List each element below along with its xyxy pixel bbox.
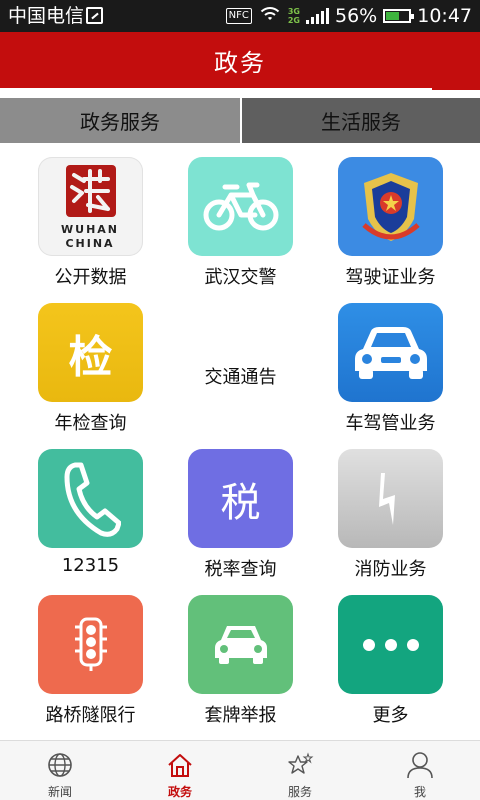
nav-item-news[interactable]: 新闻 xyxy=(0,741,120,800)
grid-item-label: 年检查询 xyxy=(54,413,127,434)
grid-item-label: 交通通告 xyxy=(204,367,277,388)
tab-gov-services[interactable]: 政务服务 xyxy=(0,98,240,143)
home-icon xyxy=(166,751,194,779)
nav-label: 新闻 xyxy=(47,785,72,799)
user-icon xyxy=(406,751,434,779)
grid-item-vehicle-management[interactable]: 车驾管业务 xyxy=(308,289,468,435)
carrier-name: 中国电信 xyxy=(8,5,85,27)
grid-item-label: 公开数据 xyxy=(54,267,127,288)
grid-item-label: 驾驶证业务 xyxy=(345,267,436,288)
service-tabs: 政务服务 生活服务 xyxy=(0,98,480,143)
nav-item-government[interactable]: 政务 xyxy=(120,741,240,800)
car-icon xyxy=(338,303,443,402)
nfc-icon: NFC xyxy=(225,8,252,24)
grid-item-label: 套牌举报 xyxy=(204,705,277,726)
grid-item-annual-inspection[interactable]: 检 年检查询 xyxy=(8,289,168,435)
nav-item-services[interactable]: 服务 xyxy=(240,741,360,800)
battery-percent: 56% xyxy=(335,5,378,27)
traffic-light-icon xyxy=(38,595,143,694)
grid-item-more[interactable]: 更多 xyxy=(308,581,468,727)
tab-life-services[interactable]: 生活服务 xyxy=(242,98,480,143)
header-divider xyxy=(0,88,480,98)
network-3g: 3G xyxy=(287,7,300,16)
stars-icon xyxy=(286,751,314,779)
bicycle-icon xyxy=(188,157,293,256)
svg-text:CHINA: CHINA xyxy=(65,237,114,250)
grid-item-12315[interactable]: 12315 xyxy=(8,435,168,581)
nav-label: 政务 xyxy=(167,785,192,799)
grid-item-label: 更多 xyxy=(372,705,409,726)
car-front-icon xyxy=(188,595,293,694)
phone-icon xyxy=(38,449,143,548)
wifi-icon xyxy=(257,7,282,25)
inspection-icon: 检 xyxy=(38,303,143,402)
signal-icon xyxy=(306,8,329,24)
tax-icon: 税 xyxy=(188,449,293,548)
service-grid: WUHAN CHINA 公开数据 武汉交警 驾驶证业务 检 年检查询 交通通告 … xyxy=(0,143,480,740)
inspection-glyph: 检 xyxy=(68,331,113,383)
sim-icon xyxy=(86,7,103,24)
network-2g: 2G xyxy=(287,16,300,25)
grid-item-label: 消防业务 xyxy=(354,559,427,580)
status-icons: NFC 3G 2G 56% 10:47 xyxy=(225,3,472,29)
grid-item-label: 车驾管业务 xyxy=(345,413,436,434)
globe-icon xyxy=(46,751,74,779)
tax-glyph: 税 xyxy=(220,479,261,526)
battery-icon xyxy=(383,9,415,23)
wuhan-china-logo-icon: WUHAN CHINA xyxy=(38,157,143,256)
nav-label: 我 xyxy=(413,785,426,799)
grid-item-traffic-notice[interactable]: 交通通告 xyxy=(158,289,318,435)
bottom-nav: 新闻 政务 服务 我 xyxy=(0,740,480,800)
grid-item-label: 12315 xyxy=(61,555,120,576)
grid-item-tax-rate[interactable]: 税 税率查询 xyxy=(158,435,318,581)
nav-item-me[interactable]: 我 xyxy=(360,741,480,800)
grid-item-fake-plate-report[interactable]: 套牌举报 xyxy=(158,581,318,727)
app-header: 政务 xyxy=(0,32,480,88)
grid-item-open-data[interactable]: WUHAN CHINA 公开数据 xyxy=(8,143,168,289)
police-emblem-icon xyxy=(338,157,443,256)
grid-item-label: 武汉交警 xyxy=(204,267,277,288)
lightning-icon xyxy=(338,449,443,548)
grid-item-label: 路桥隧限行 xyxy=(45,705,136,726)
svg-text:WUHAN: WUHAN xyxy=(61,223,119,236)
grid-item-wuhan-traffic-police[interactable]: 武汉交警 xyxy=(158,143,318,289)
grid-item-label: 税率查询 xyxy=(204,559,277,580)
more-dots-icon xyxy=(338,595,443,694)
status-bar: 中国电信 NFC 3G 2G 56% 10:47 xyxy=(0,0,480,32)
grid-item-road-restrictions[interactable]: 路桥隧限行 xyxy=(8,581,168,727)
clock: 10:47 xyxy=(417,5,472,27)
grid-item-driver-license[interactable]: 驾驶证业务 xyxy=(308,143,468,289)
page-title: 政务 xyxy=(214,48,266,77)
network-type-icon: 3G 2G xyxy=(288,7,300,25)
grid-item-fire-services[interactable]: 消防业务 xyxy=(308,435,468,581)
nav-label: 服务 xyxy=(287,785,312,799)
